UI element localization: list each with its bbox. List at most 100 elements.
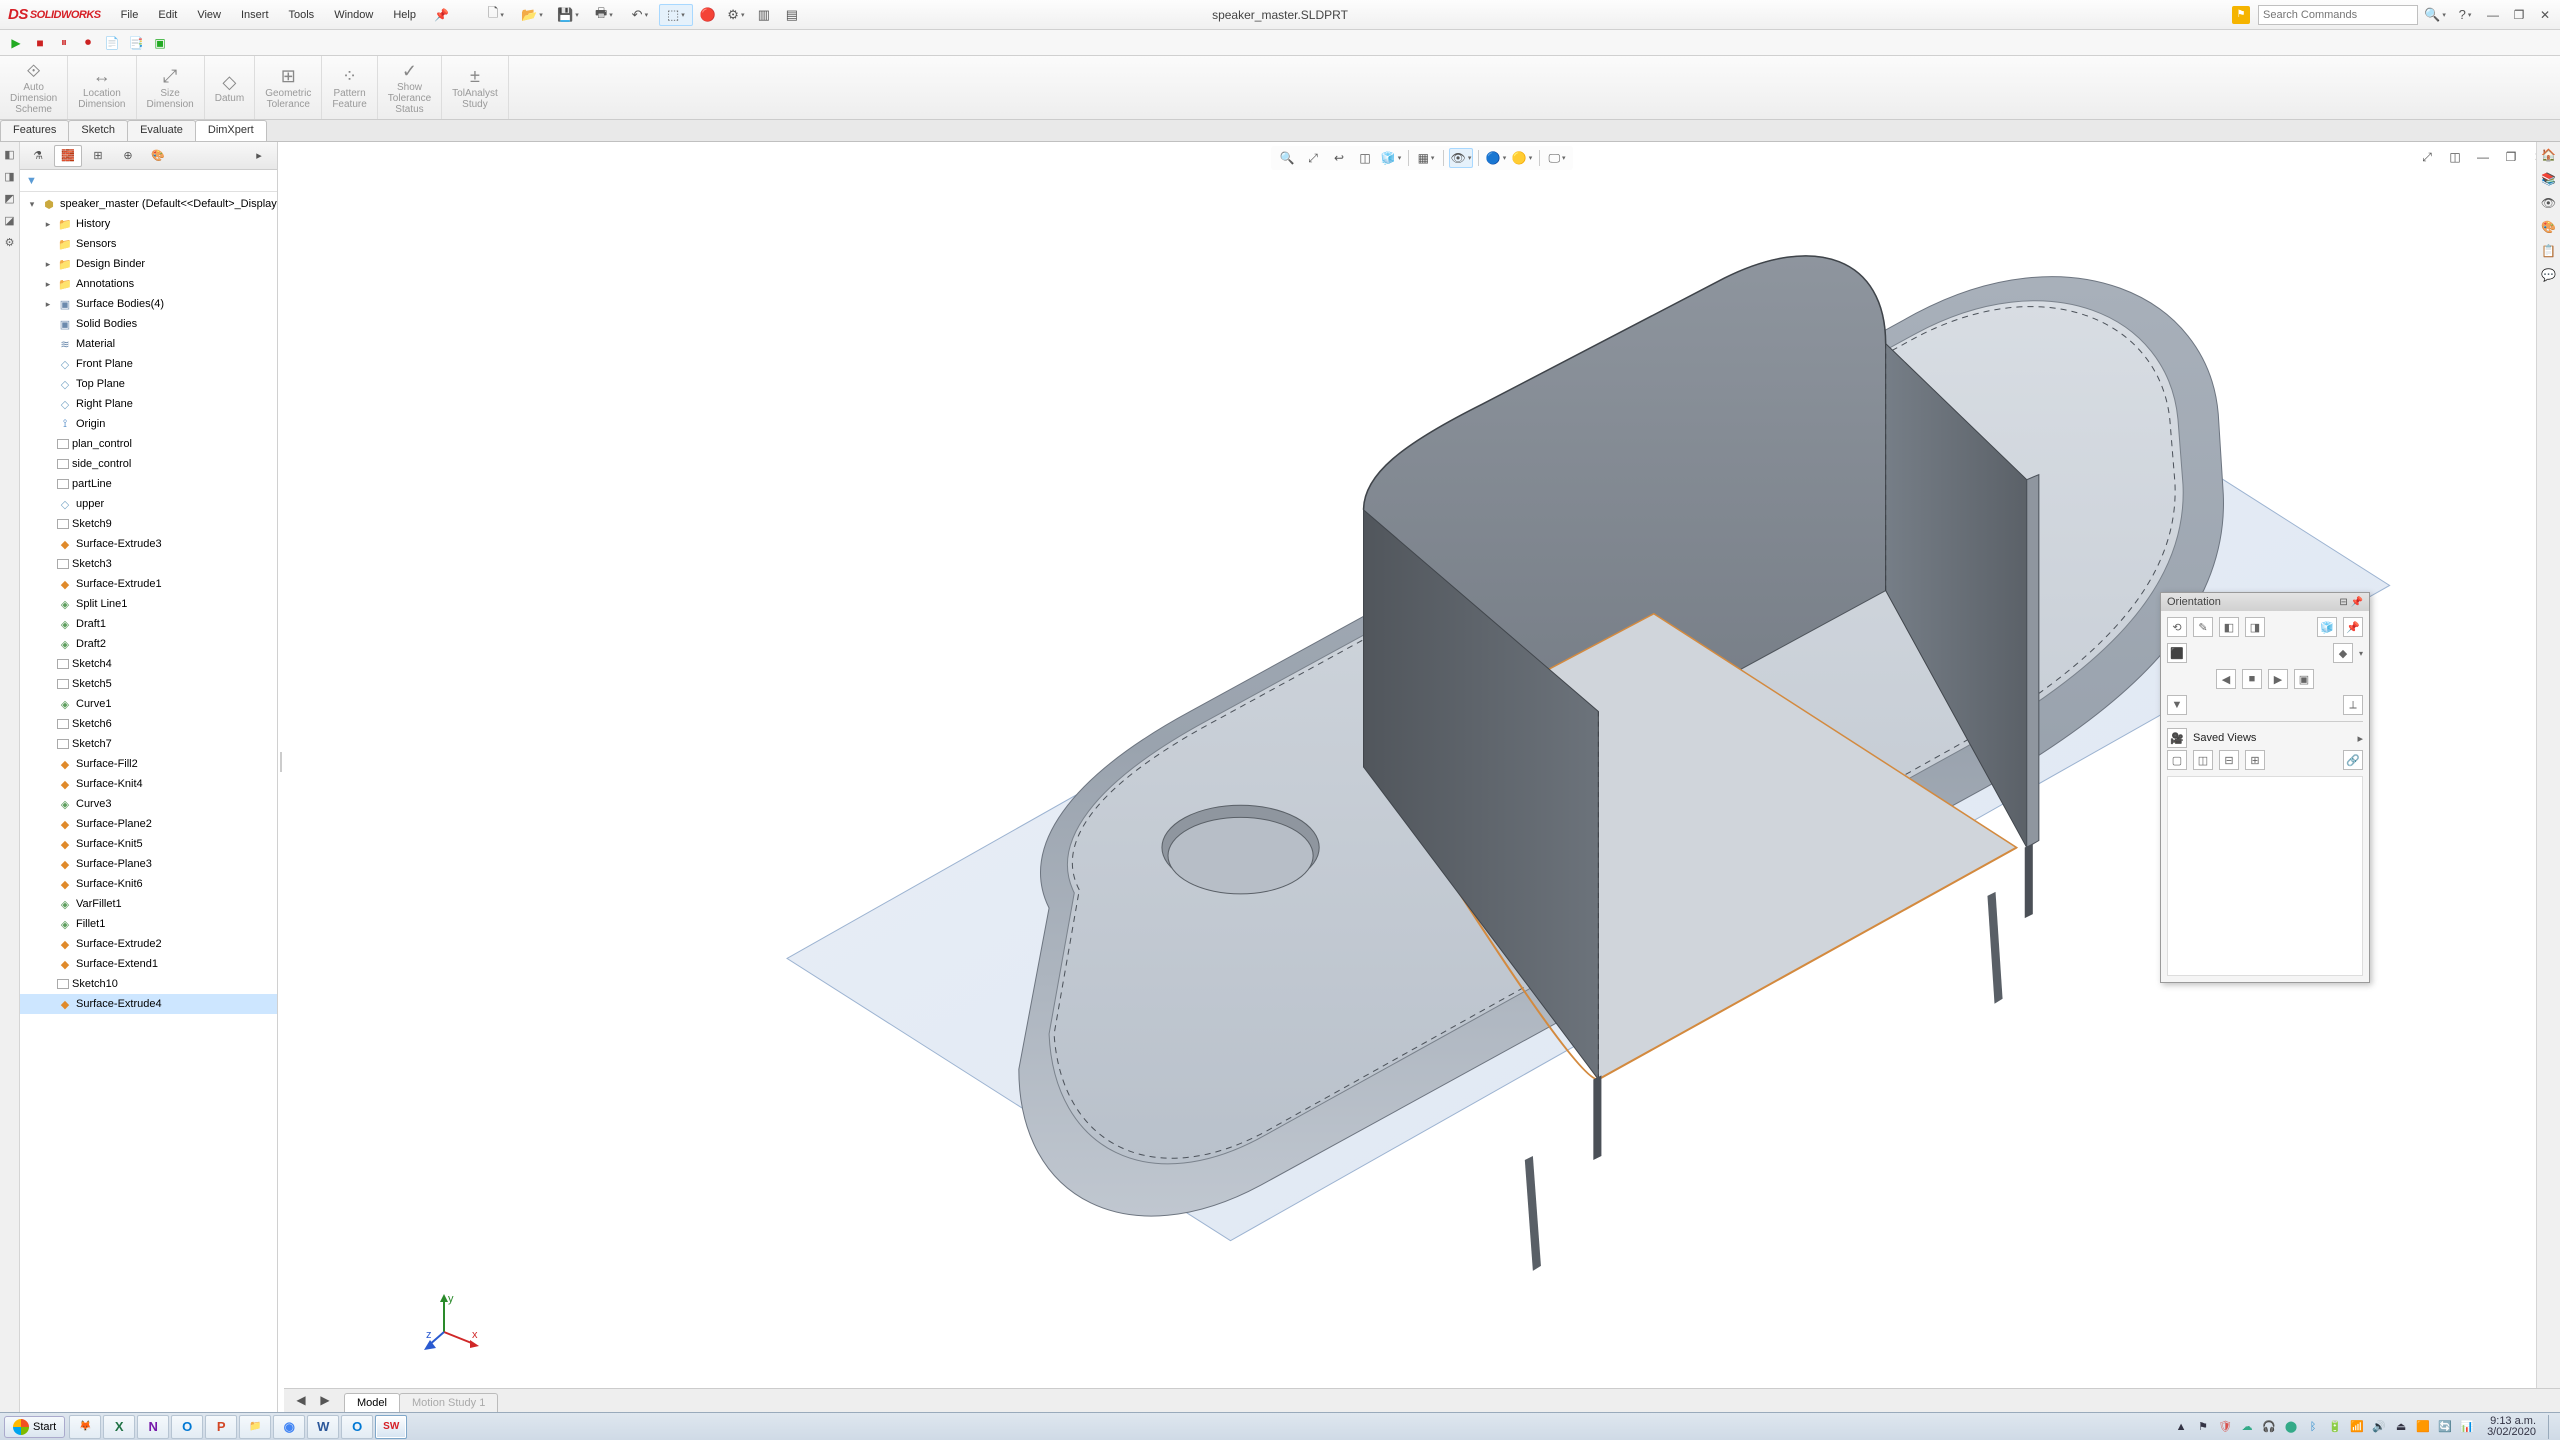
- tree-node-plan-control[interactable]: plan_control: [20, 434, 277, 454]
- tree-node-sketch7[interactable]: Sketch7: [20, 734, 277, 754]
- command-search[interactable]: [2258, 5, 2418, 25]
- scene-button[interactable]: 🔵: [1484, 148, 1508, 168]
- orient-iso[interactable]: ◆: [2333, 643, 2353, 663]
- tab-evaluate[interactable]: Evaluate: [127, 120, 196, 141]
- expand-icon[interactable]: ▸: [42, 279, 54, 290]
- minimize-button[interactable]: —: [2482, 6, 2504, 24]
- select-button[interactable]: ⬚: [659, 4, 693, 26]
- rside-appear-icon[interactable]: 🎨: [2540, 220, 2558, 238]
- vp-2v[interactable]: ⊟: [2219, 750, 2239, 770]
- rside-lib-icon[interactable]: 📚: [2540, 172, 2558, 190]
- orient-iso-dd[interactable]: ▾: [2359, 649, 2363, 658]
- rside-forum-icon[interactable]: 💬: [2540, 268, 2558, 286]
- tree-node-top-plane[interactable]: ◇Top Plane: [20, 374, 277, 394]
- tree-node-curve1[interactable]: ◈Curve1: [20, 694, 277, 714]
- search-scope-button[interactable]: 🔍: [2422, 4, 2448, 26]
- menu-view[interactable]: View: [187, 5, 231, 25]
- tray-shield-icon[interactable]: 🛡: [2217, 1419, 2233, 1435]
- doc-new-window-icon[interactable]: ◫: [2444, 148, 2466, 166]
- tray-eject-icon[interactable]: ⏏: [2393, 1419, 2409, 1435]
- tree-node-curve3[interactable]: ◈Curve3: [20, 794, 277, 814]
- tree-node-sketch6[interactable]: Sketch6: [20, 714, 277, 734]
- tree-tab-feature[interactable]: 🧱: [54, 145, 82, 167]
- taskbar-app-excel[interactable]: X: [103, 1415, 135, 1439]
- orientation-titlebar[interactable]: Orientation ⊟ 📌: [2161, 593, 2369, 611]
- tree-tab-config[interactable]: ⚗: [24, 145, 52, 167]
- taskbar-app-solidworks[interactable]: SW: [375, 1415, 407, 1439]
- start-button[interactable]: Start: [4, 1416, 65, 1438]
- ribbon-pattern[interactable]: ⁘PatternFeature: [322, 56, 377, 119]
- tree-node-surface-plane3[interactable]: ◆Surface-Plane3: [20, 854, 277, 874]
- expand-icon[interactable]: ▸: [42, 259, 54, 270]
- saved-views-row[interactable]: 🎥 Saved Views ▸: [2167, 726, 2363, 750]
- tree-filter-bar[interactable]: ▼: [20, 170, 277, 192]
- zoom-area-button[interactable]: ⤢: [1301, 148, 1325, 168]
- tree-node-partline[interactable]: partLine: [20, 474, 277, 494]
- orient-btn-3[interactable]: ◧: [2219, 617, 2239, 637]
- restore-button[interactable]: ❐: [2508, 6, 2530, 24]
- tray-wifi-icon[interactable]: 📶: [2349, 1419, 2365, 1435]
- hide-show-button[interactable]: 👁: [1449, 148, 1473, 168]
- macro-edit-icon[interactable]: 📄: [104, 35, 120, 51]
- btab-next[interactable]: ▶: [314, 1391, 336, 1409]
- taskbar-app-explorer[interactable]: 📁: [239, 1415, 271, 1439]
- tree-node-sensors[interactable]: 📁Sensors: [20, 234, 277, 254]
- layout1-button[interactable]: ▥: [751, 4, 777, 26]
- tree-node-sketch9[interactable]: Sketch9: [20, 514, 277, 534]
- tree-tab-appearance[interactable]: 🎨: [144, 145, 172, 167]
- taskbar-app-outlook2[interactable]: O: [341, 1415, 373, 1439]
- saved-views-list[interactable]: [2167, 776, 2363, 976]
- section-view-button[interactable]: ◫: [1353, 148, 1377, 168]
- undo-button[interactable]: ↶: [623, 4, 657, 26]
- vp-link[interactable]: 🔗: [2343, 750, 2363, 770]
- print-button[interactable]: 🖶: [587, 4, 621, 26]
- orient-right[interactable]: ▶: [2268, 669, 2288, 689]
- ribbon-show-tol[interactable]: ✓ShowToleranceStatus: [378, 56, 442, 119]
- expand-icon[interactable]: ▸: [42, 219, 54, 230]
- tray-net-icon[interactable]: ⬤: [2283, 1419, 2299, 1435]
- tree-node-side-control[interactable]: side_control: [20, 454, 277, 474]
- tree-node-surface-bodies-4-[interactable]: ▸▣Surface Bodies(4): [20, 294, 277, 314]
- vp-single[interactable]: ▢: [2167, 750, 2187, 770]
- tree-node-surface-knit6[interactable]: ◆Surface-Knit6: [20, 874, 277, 894]
- taskbar-app-chrome[interactable]: ◉: [273, 1415, 305, 1439]
- tray-battery-icon[interactable]: 🔋: [2327, 1419, 2343, 1435]
- macro-play-icon[interactable]: ▶: [8, 35, 24, 51]
- tray-update-icon[interactable]: 🔄: [2437, 1419, 2453, 1435]
- macro-record-icon[interactable]: ⏺: [80, 35, 96, 51]
- feature-tree[interactable]: ▾ ⬢ speaker_master (Default<<Default>_Di…: [20, 192, 277, 1412]
- orient-bottom[interactable]: ▼: [2167, 695, 2187, 715]
- orient-btn-4[interactable]: ◨: [2245, 617, 2265, 637]
- tree-node-surface-extend1[interactable]: ◆Surface-Extend1: [20, 954, 277, 974]
- orient-btn-6[interactable]: 📌: [2343, 617, 2363, 637]
- search-input[interactable]: [2263, 9, 2413, 21]
- tray-up-icon[interactable]: ▲: [2173, 1419, 2189, 1435]
- tree-node-surface-fill2[interactable]: ◆Surface-Fill2: [20, 754, 277, 774]
- tray-flag-icon[interactable]: ⚑: [2195, 1419, 2211, 1435]
- options-button[interactable]: ⚙: [723, 4, 749, 26]
- tree-node-design-binder[interactable]: ▸📁Design Binder: [20, 254, 277, 274]
- rside-view-icon[interactable]: 👁: [2540, 196, 2558, 214]
- tree-node-sketch3[interactable]: Sketch3: [20, 554, 277, 574]
- tab-sketch[interactable]: Sketch: [68, 120, 128, 141]
- doc-min-button[interactable]: —: [2472, 148, 2494, 166]
- bottom-tab-motion[interactable]: Motion Study 1: [399, 1393, 498, 1412]
- expand-icon[interactable]: ▸: [42, 299, 54, 310]
- vtool-2[interactable]: ◨: [2, 170, 18, 186]
- orient-left[interactable]: ◀: [2216, 669, 2236, 689]
- tree-node-material-not-specified-[interactable]: ≋Material: [20, 334, 277, 354]
- display-style-button[interactable]: ▦: [1414, 148, 1438, 168]
- prev-view-button[interactable]: ↩: [1327, 148, 1351, 168]
- menu-tools[interactable]: Tools: [279, 5, 325, 25]
- orient-btn-1[interactable]: ⟲: [2167, 617, 2187, 637]
- tab-features[interactable]: Features: [0, 120, 69, 141]
- pin-menu-icon[interactable]: 📌: [434, 8, 449, 22]
- rebuild-button[interactable]: 🔴: [695, 4, 721, 26]
- help-dropdown[interactable]: ?: [2452, 4, 2478, 26]
- tree-node-sketch4[interactable]: Sketch4: [20, 654, 277, 674]
- tray-cloud-icon[interactable]: ☁: [2239, 1419, 2255, 1435]
- ribbon-datum[interactable]: ◇Datum: [205, 56, 255, 119]
- ribbon-geo-tol[interactable]: ⊞GeometricTolerance: [255, 56, 322, 119]
- vtool-5[interactable]: ⚙: [2, 236, 18, 252]
- tree-tab-display[interactable]: ⊕: [114, 145, 142, 167]
